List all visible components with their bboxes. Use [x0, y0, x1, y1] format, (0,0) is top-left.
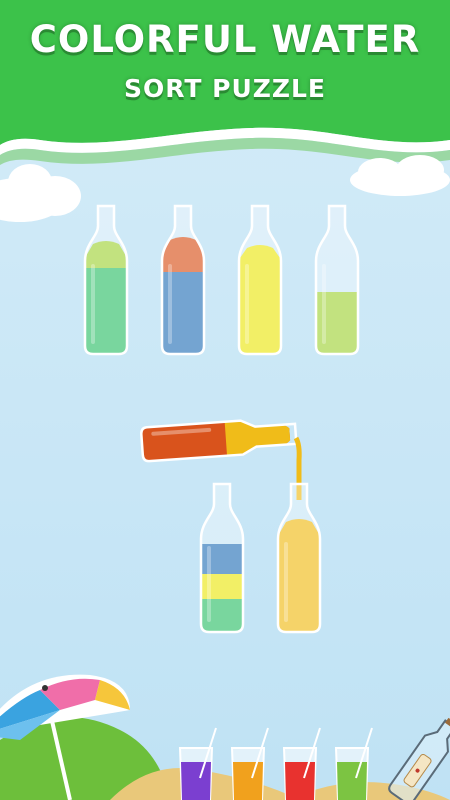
- glass-red-icon: [282, 727, 321, 800]
- beach-decor: [0, 674, 450, 800]
- message-bottle-icon: [388, 717, 450, 800]
- glass-green-icon: [334, 727, 373, 800]
- glass-orange-icon: [230, 727, 269, 800]
- glass-purple-icon: [178, 727, 217, 800]
